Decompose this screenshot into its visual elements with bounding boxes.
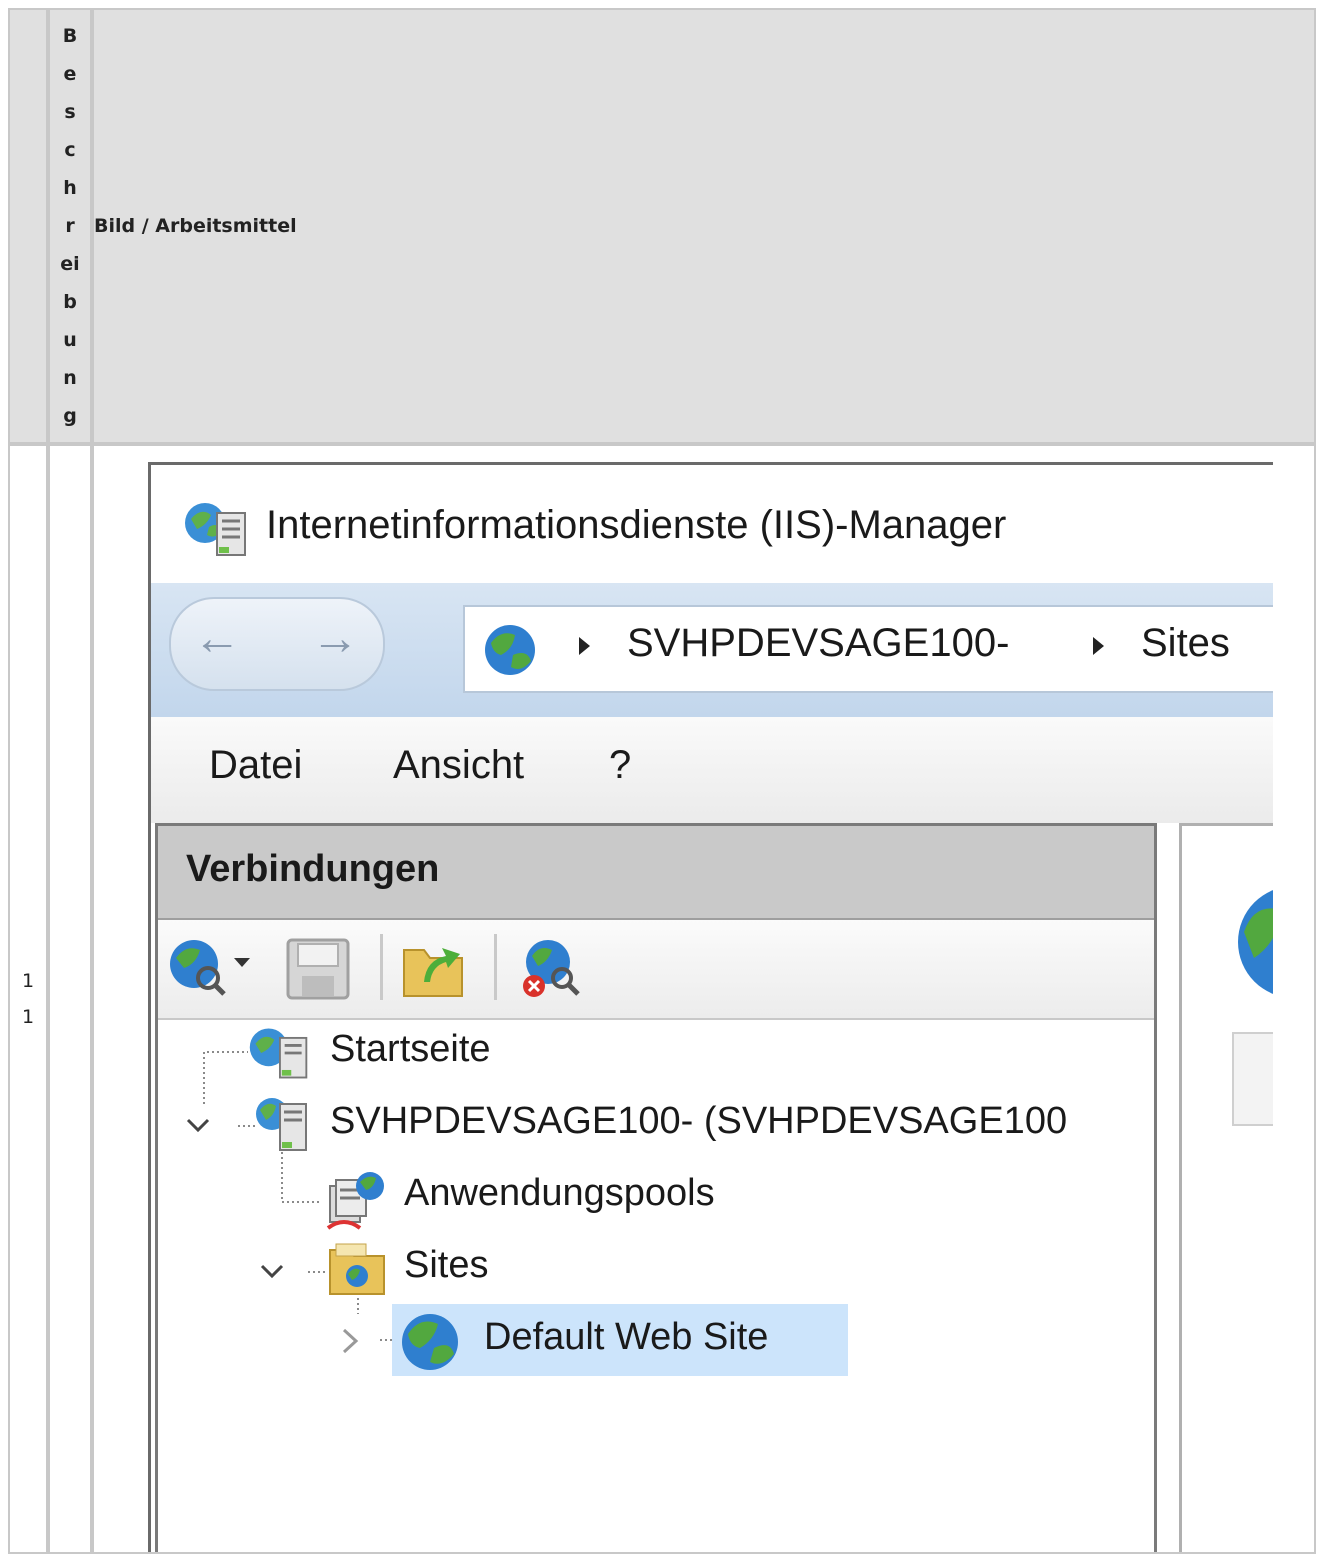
connections-toolbar (158, 920, 1154, 1020)
nav-buttons: ← → (169, 597, 385, 691)
menu-bar: Datei Ansicht ? (151, 717, 1273, 823)
connections-tree: Startseite SVHPDEVSAGE100- (SVHPDEVSAGE1… (158, 1018, 1154, 1552)
menu-datei[interactable]: Datei (209, 743, 302, 788)
window-title: Internetinformationsdienste (IIS)-Manage… (266, 503, 1007, 547)
tree-item-sites[interactable]: Sites (404, 1244, 488, 1287)
breadcrumb-server[interactable]: SVHPDEVSAGE100- (627, 621, 1009, 666)
table-header-row: Be s c h r ei b u n g Bild / Arbeitsmittel (8, 8, 1316, 444)
row-number-line-2: 1 (21, 1006, 35, 1028)
toolbar-divider (380, 934, 383, 1000)
up-folder-icon[interactable] (402, 938, 464, 998)
chevron-down-icon[interactable] (234, 958, 250, 967)
header-image-label: Bild / Arbeitsmittel (94, 215, 297, 237)
iis-app-icon (185, 503, 246, 556)
header-description-letter: B (62, 25, 78, 47)
header-empty-cell (8, 8, 48, 444)
navigation-bar: ← → SVHPDEVSAGE100- Sites (151, 583, 1273, 717)
row-number-cell: 1 1 (8, 444, 48, 1554)
title-bar: Internetinformationsdienste (IIS)-Manage… (151, 465, 1273, 583)
header-description-letter: h (63, 177, 77, 199)
application-pools-icon (326, 1172, 384, 1230)
connections-header: Verbindungen (158, 826, 1154, 920)
document-page: Be s c h r ei b u n g Bild / Arbeitsmittel 1 1 (0, 0, 1319, 1554)
website-globe-icon (402, 1314, 458, 1370)
header-description-letter: e (63, 63, 77, 85)
globe-icon (485, 625, 535, 675)
table-row: 1 1 Internetinformationsdienste (IIS)-Ma… (8, 444, 1316, 1554)
start-page-icon (249, 1028, 308, 1079)
header-description-letter: u (63, 329, 77, 351)
disconnect-icon[interactable] (518, 936, 584, 1000)
connections-title: Verbindungen (186, 848, 440, 890)
chevron-down-icon[interactable] (258, 1260, 286, 1284)
tree-item-app-pools[interactable]: Anwendungspools (404, 1172, 715, 1215)
header-description-letter: c (64, 139, 76, 161)
row-number-line-1: 1 (21, 970, 35, 992)
instruction-table: Be s c h r ei b u n g Bild / Arbeitsmittel 1 1 (8, 8, 1316, 1554)
forward-arrow-icon[interactable]: → (311, 611, 359, 666)
tree-item-server[interactable]: SVHPDEVSAGE100- (SVHPDEVSAGE100 (330, 1100, 1067, 1143)
address-bar[interactable]: SVHPDEVSAGE100- Sites (463, 605, 1273, 693)
breadcrumb-chevron-icon (579, 637, 590, 655)
header-description-letter: g (63, 405, 77, 427)
header-image-cell: Bild / Arbeitsmittel (92, 8, 1316, 444)
menu-help[interactable]: ? (609, 743, 631, 788)
tree-item-start-page[interactable]: Startseite (330, 1028, 491, 1071)
chevron-right-icon[interactable] (338, 1326, 362, 1356)
description-cell (48, 444, 92, 1554)
tree-item-default-web-site[interactable]: Default Web Site (484, 1316, 768, 1359)
connect-globe-icon[interactable] (166, 936, 228, 998)
connections-panel: Verbindungen Startseite SVHPDEVSAGE100- … (155, 823, 1157, 1552)
header-description-letter: n (63, 367, 77, 389)
server-icon (256, 1098, 307, 1151)
sites-folder-icon (329, 1243, 385, 1295)
iis-manager-window: Internetinformationsdienste (IIS)-Manage… (148, 462, 1273, 1552)
content-panel-fragment (1232, 1032, 1273, 1126)
globe-icon (1238, 890, 1273, 994)
save-icon[interactable] (286, 938, 350, 1000)
header-description-letter: s (64, 101, 76, 123)
image-cell: Internetinformationsdienste (IIS)-Manage… (92, 444, 1316, 1554)
header-description-letter: b (63, 291, 77, 313)
toolbar-divider (494, 934, 497, 1000)
header-description-label: Be s c h r ei b u n g (50, 17, 90, 435)
back-arrow-icon[interactable]: ← (193, 611, 241, 666)
chevron-down-icon[interactable] (184, 1114, 212, 1138)
header-description-letter: r (65, 215, 75, 237)
header-description-cell: Be s c h r ei b u n g (48, 8, 92, 444)
content-pane (1179, 823, 1273, 1552)
breadcrumb-chevron-icon (1093, 637, 1104, 655)
menu-ansicht[interactable]: Ansicht (393, 743, 524, 788)
breadcrumb-sites[interactable]: Sites (1141, 621, 1230, 666)
header-description-letter: ei (60, 253, 80, 275)
